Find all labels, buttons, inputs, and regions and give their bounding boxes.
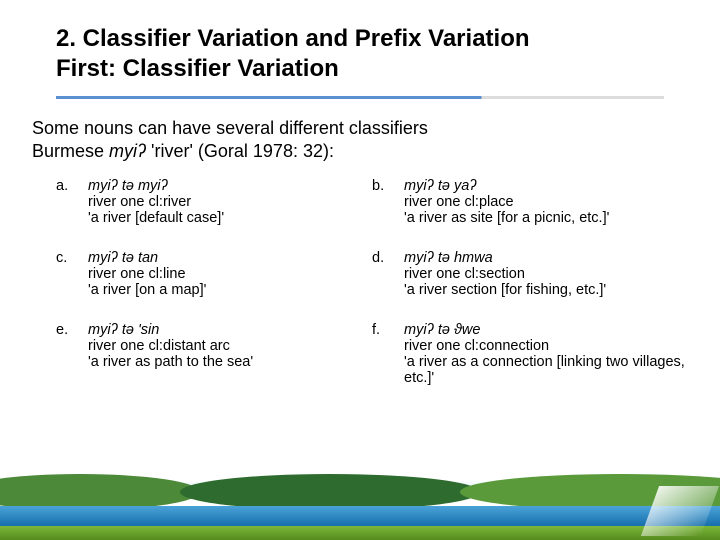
example-label: f. <box>372 322 404 386</box>
slide: 2. Classifier Variation and Prefix Varia… <box>0 0 720 540</box>
example-words: myiʔ tǝ hmwa <box>404 250 688 266</box>
example-words: myiʔ tǝ yaʔ <box>404 178 688 194</box>
example-body: myiʔ tǝ myiʔ river one cl:river 'a river… <box>88 178 372 226</box>
example-cell: c. myiʔ tǝ tan river one cl:line 'a rive… <box>56 250 372 298</box>
example-label: b. <box>372 178 404 226</box>
example-trans: 'a river as path to the sea' <box>88 354 372 370</box>
river-icon <box>0 506 720 528</box>
example-gloss: river one cl:section <box>404 266 688 282</box>
example-words: myiʔ tǝ myiʔ <box>88 178 372 194</box>
landscape-graphic <box>0 480 720 540</box>
hill-icon <box>0 474 200 510</box>
example-row: c. myiʔ tǝ tan river one cl:line 'a rive… <box>56 250 688 298</box>
example-gloss: river one cl:line <box>88 266 372 282</box>
example-cell: a. myiʔ tǝ myiʔ river one cl:river 'a ri… <box>56 178 372 226</box>
example-body: myiʔ tǝ 'sin river one cl:distant arc 'a… <box>88 322 372 386</box>
slide-header: 2. Classifier Variation and Prefix Varia… <box>0 0 720 90</box>
example-cell: d. myiʔ tǝ hmwa river one cl:section 'a … <box>372 250 688 298</box>
intro-post: 'river' (Goral 1978: 32): <box>146 141 334 161</box>
hill-icon <box>460 474 720 510</box>
example-cell: e. myiʔ tǝ 'sin river one cl:distant arc… <box>56 322 372 386</box>
example-label: c. <box>56 250 88 298</box>
example-gloss: river one cl:connection <box>404 338 688 354</box>
intro-line-2: Burmese myiʔ 'river' (Goral 1978: 32): <box>32 140 688 163</box>
example-row: a. myiʔ tǝ myiʔ river one cl:river 'a ri… <box>56 178 688 226</box>
hill-icon <box>180 474 480 510</box>
title-line-1: 2. Classifier Variation and Prefix Varia… <box>56 24 664 54</box>
sky-icon <box>0 480 720 494</box>
example-body: myiʔ tǝ ϑwe river one cl:connection 'a r… <box>404 322 688 386</box>
example-words: myiʔ tǝ ϑwe <box>404 322 688 338</box>
example-trans: 'a river as a connection [linking two vi… <box>404 354 688 386</box>
example-label: a. <box>56 178 88 226</box>
example-trans: 'a river [default case]' <box>88 210 372 226</box>
example-gloss: river one cl:place <box>404 194 688 210</box>
accent-wedge-icon <box>641 486 719 536</box>
intro-text: Some nouns can have several different cl… <box>0 99 720 164</box>
example-words: myiʔ tǝ tan <box>88 250 372 266</box>
intro-word: myiʔ <box>109 141 146 161</box>
example-cell: b. myiʔ tǝ yaʔ river one cl:place 'a riv… <box>372 178 688 226</box>
example-body: myiʔ tǝ tan river one cl:line 'a river [… <box>88 250 372 298</box>
example-trans: 'a river as site [for a picnic, etc.]' <box>404 210 688 226</box>
grass-icon <box>0 526 720 540</box>
examples-grid: a. myiʔ tǝ myiʔ river one cl:river 'a ri… <box>0 164 720 386</box>
example-label: d. <box>372 250 404 298</box>
example-row: e. myiʔ tǝ 'sin river one cl:distant arc… <box>56 322 688 386</box>
example-words: myiʔ tǝ 'sin <box>88 322 372 338</box>
example-gloss: river one cl:distant arc <box>88 338 372 354</box>
example-body: myiʔ tǝ yaʔ river one cl:place 'a river … <box>404 178 688 226</box>
example-cell: f. myiʔ tǝ ϑwe river one cl:connection '… <box>372 322 688 386</box>
example-label: e. <box>56 322 88 386</box>
example-trans: 'a river [on a map]' <box>88 282 372 298</box>
intro-pre: Burmese <box>32 141 109 161</box>
title-line-2: First: Classifier Variation <box>56 54 664 84</box>
example-gloss: river one cl:river <box>88 194 372 210</box>
example-body: myiʔ tǝ hmwa river one cl:section 'a riv… <box>404 250 688 298</box>
example-trans: 'a river section [for fishing, etc.]' <box>404 282 688 298</box>
intro-line-1: Some nouns can have several different cl… <box>32 117 688 140</box>
